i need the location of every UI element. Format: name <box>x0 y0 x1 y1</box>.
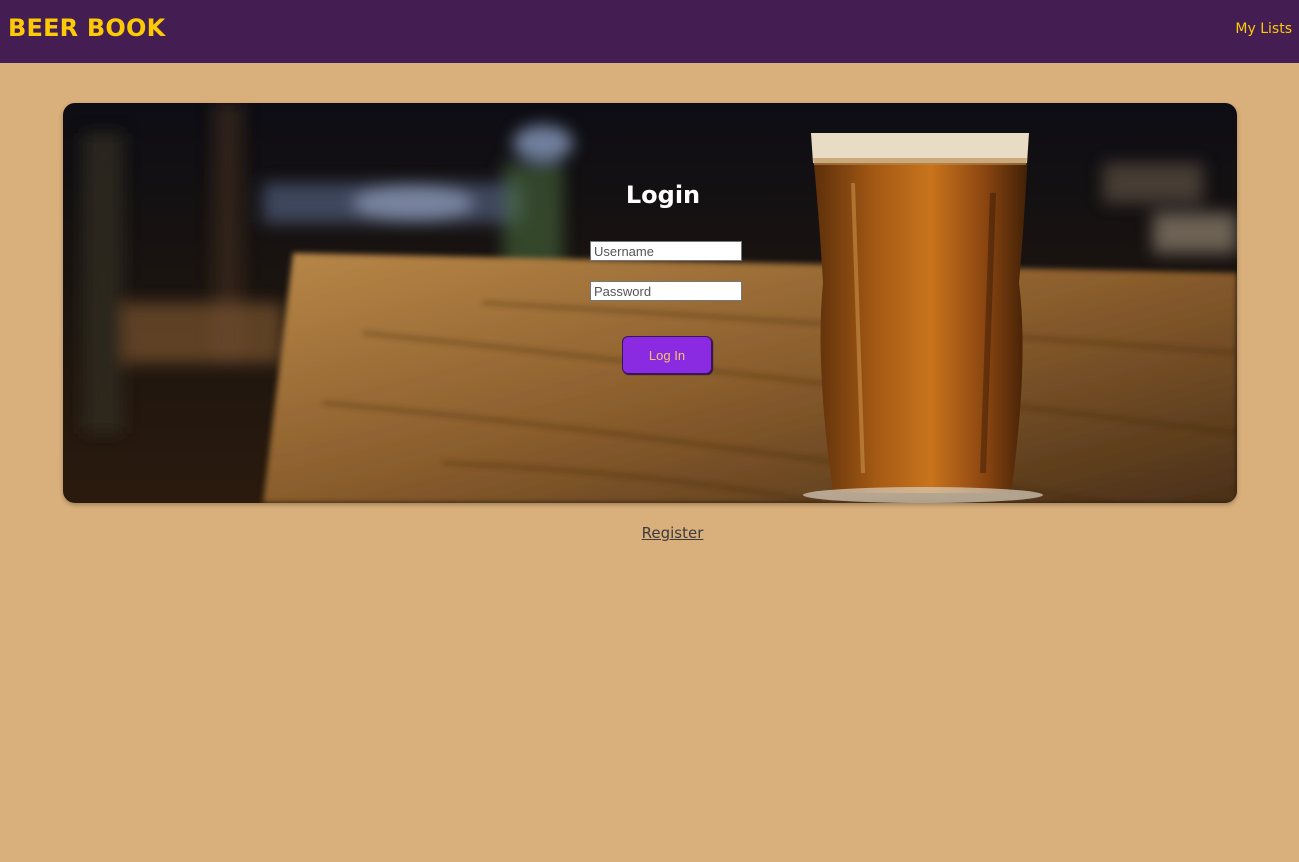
top-navbar: BEER BOOK My Lists <box>0 0 1299 63</box>
password-input[interactable] <box>590 281 742 301</box>
register-link[interactable]: Register <box>0 524 1299 542</box>
username-input[interactable] <box>590 241 742 261</box>
login-hero-card: Login Log In <box>63 103 1237 503</box>
brand-logo[interactable]: BEER BOOK <box>8 14 165 42</box>
login-title: Login <box>625 181 701 209</box>
bar-beer-background-image <box>63 103 1237 503</box>
nav-link-my-lists[interactable]: My Lists <box>1235 21 1292 37</box>
login-button[interactable]: Log In <box>622 336 712 374</box>
